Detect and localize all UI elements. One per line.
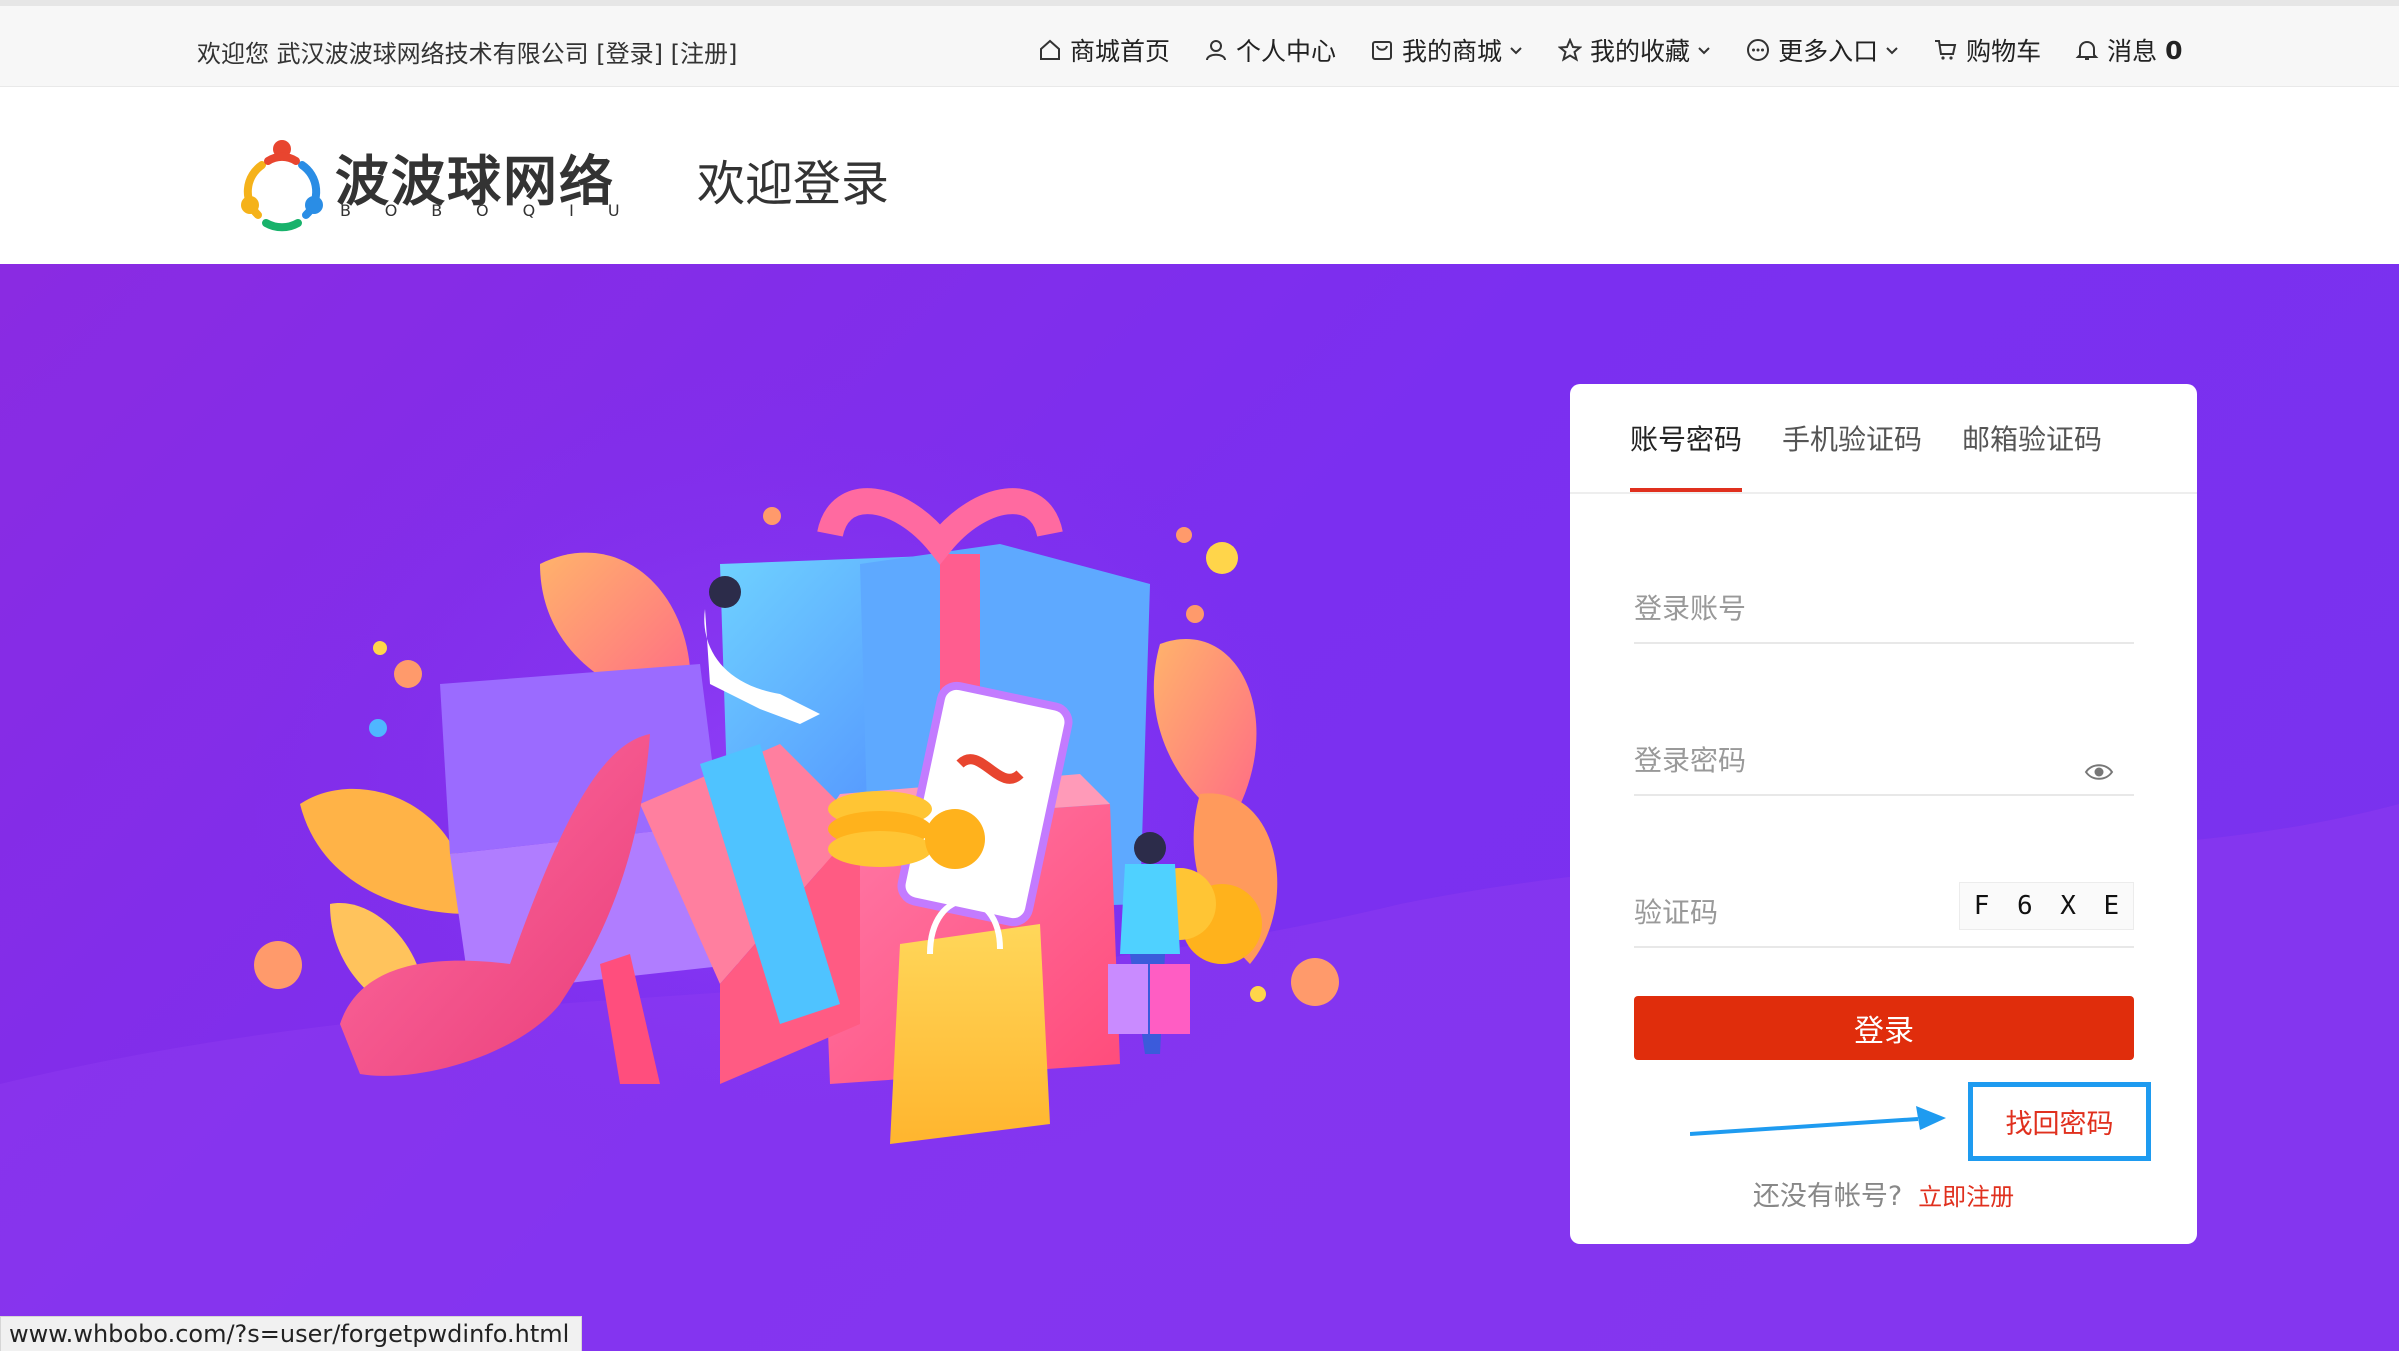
site-header: 波波球网络 BOBOQIU 欢迎登录 xyxy=(0,87,2399,264)
nav-label: 更多入口 xyxy=(1778,37,1879,66)
nav-label: 个人中心 xyxy=(1236,37,1337,66)
account-input[interactable] xyxy=(1634,588,2054,628)
logo-subtext: BOBOQIU xyxy=(340,201,654,220)
forgot-password-link[interactable]: 找回密码 xyxy=(2006,1102,2114,1141)
nav-label: 消息 xyxy=(2107,37,2158,66)
nav-more-entries[interactable]: 更多入口 xyxy=(1746,32,1900,68)
page-title: 欢迎登录 xyxy=(697,156,890,212)
top-bar: 欢迎您 武汉波波球网络技术有限公司 [登录] [注册] 商城首页 个人中心 我的… xyxy=(0,0,2399,87)
password-field xyxy=(1634,722,2134,796)
top-nav: 商城首页 个人中心 我的商城 我的收藏 更多入口 购物车 消息 0 xyxy=(1038,32,2217,68)
captcha-char: F xyxy=(1973,891,1990,921)
captcha-char: E xyxy=(2103,891,2120,921)
login-link[interactable]: [登录] xyxy=(596,40,663,68)
captcha-field: F 6 X E xyxy=(1634,874,2134,948)
password-input[interactable] xyxy=(1634,740,2054,780)
store-icon xyxy=(1372,41,1393,60)
no-account-text: 还没有帐号? xyxy=(1752,1181,1903,1212)
welcome-message: 欢迎您 武汉波波球网络技术有限公司 [登录] [注册] xyxy=(197,34,737,69)
welcome-text: 欢迎您 武汉波波球网络技术有限公司 xyxy=(197,40,589,68)
home-icon xyxy=(1040,39,1060,60)
nav-label: 商城首页 xyxy=(1070,37,1171,66)
forgot-password-highlight: 找回密码 xyxy=(1968,1082,2151,1161)
nav-mall-home[interactable]: 商城首页 xyxy=(1038,32,1170,68)
account-field xyxy=(1634,570,2134,644)
bell-icon xyxy=(2075,40,2099,60)
eye-icon[interactable] xyxy=(2084,762,2114,782)
nav-messages[interactable]: 消息 0 xyxy=(2075,32,2183,68)
user-icon xyxy=(1206,40,1227,61)
captcha-char: 6 xyxy=(2017,891,2033,921)
message-count-badge: 0 xyxy=(2165,35,2183,65)
captcha-input[interactable] xyxy=(1634,892,1934,932)
more-icon xyxy=(1747,39,1770,61)
chevron-down-icon xyxy=(1698,47,1710,55)
nav-label: 购物车 xyxy=(1966,37,2042,66)
chevron-down-icon xyxy=(1886,47,1898,55)
logo-mark-icon xyxy=(241,140,323,232)
annotation-arrow-icon xyxy=(1690,1106,1946,1136)
captcha-image[interactable]: F 6 X E xyxy=(1959,882,2134,930)
nav-cart[interactable]: 购物车 xyxy=(1934,32,2041,68)
register-prompt: 还没有帐号? 立即注册 xyxy=(1570,1174,2197,1213)
browser-status-url: www.whbobo.com/?s=user/forgetpwdinfo.htm… xyxy=(0,1316,583,1351)
login-button[interactable]: 登录 xyxy=(1634,996,2134,1060)
site-logo[interactable]: 波波球网络 BOBOQIU xyxy=(232,135,632,232)
nav-user-center[interactable]: 个人中心 xyxy=(1204,32,1336,68)
star-icon xyxy=(1558,38,1583,62)
cart-icon xyxy=(1935,40,1957,60)
chevron-down-icon xyxy=(1510,47,1522,55)
register-now-link[interactable]: 立即注册 xyxy=(1918,1183,2014,1211)
nav-label: 我的商城 xyxy=(1402,37,1503,66)
nav-label: 我的收藏 xyxy=(1590,37,1691,66)
nav-my-favorites[interactable]: 我的收藏 xyxy=(1558,32,1712,68)
captcha-char: X xyxy=(2060,891,2076,921)
register-link[interactable]: [注册] xyxy=(671,40,738,68)
nav-my-store[interactable]: 我的商城 xyxy=(1370,32,1524,68)
